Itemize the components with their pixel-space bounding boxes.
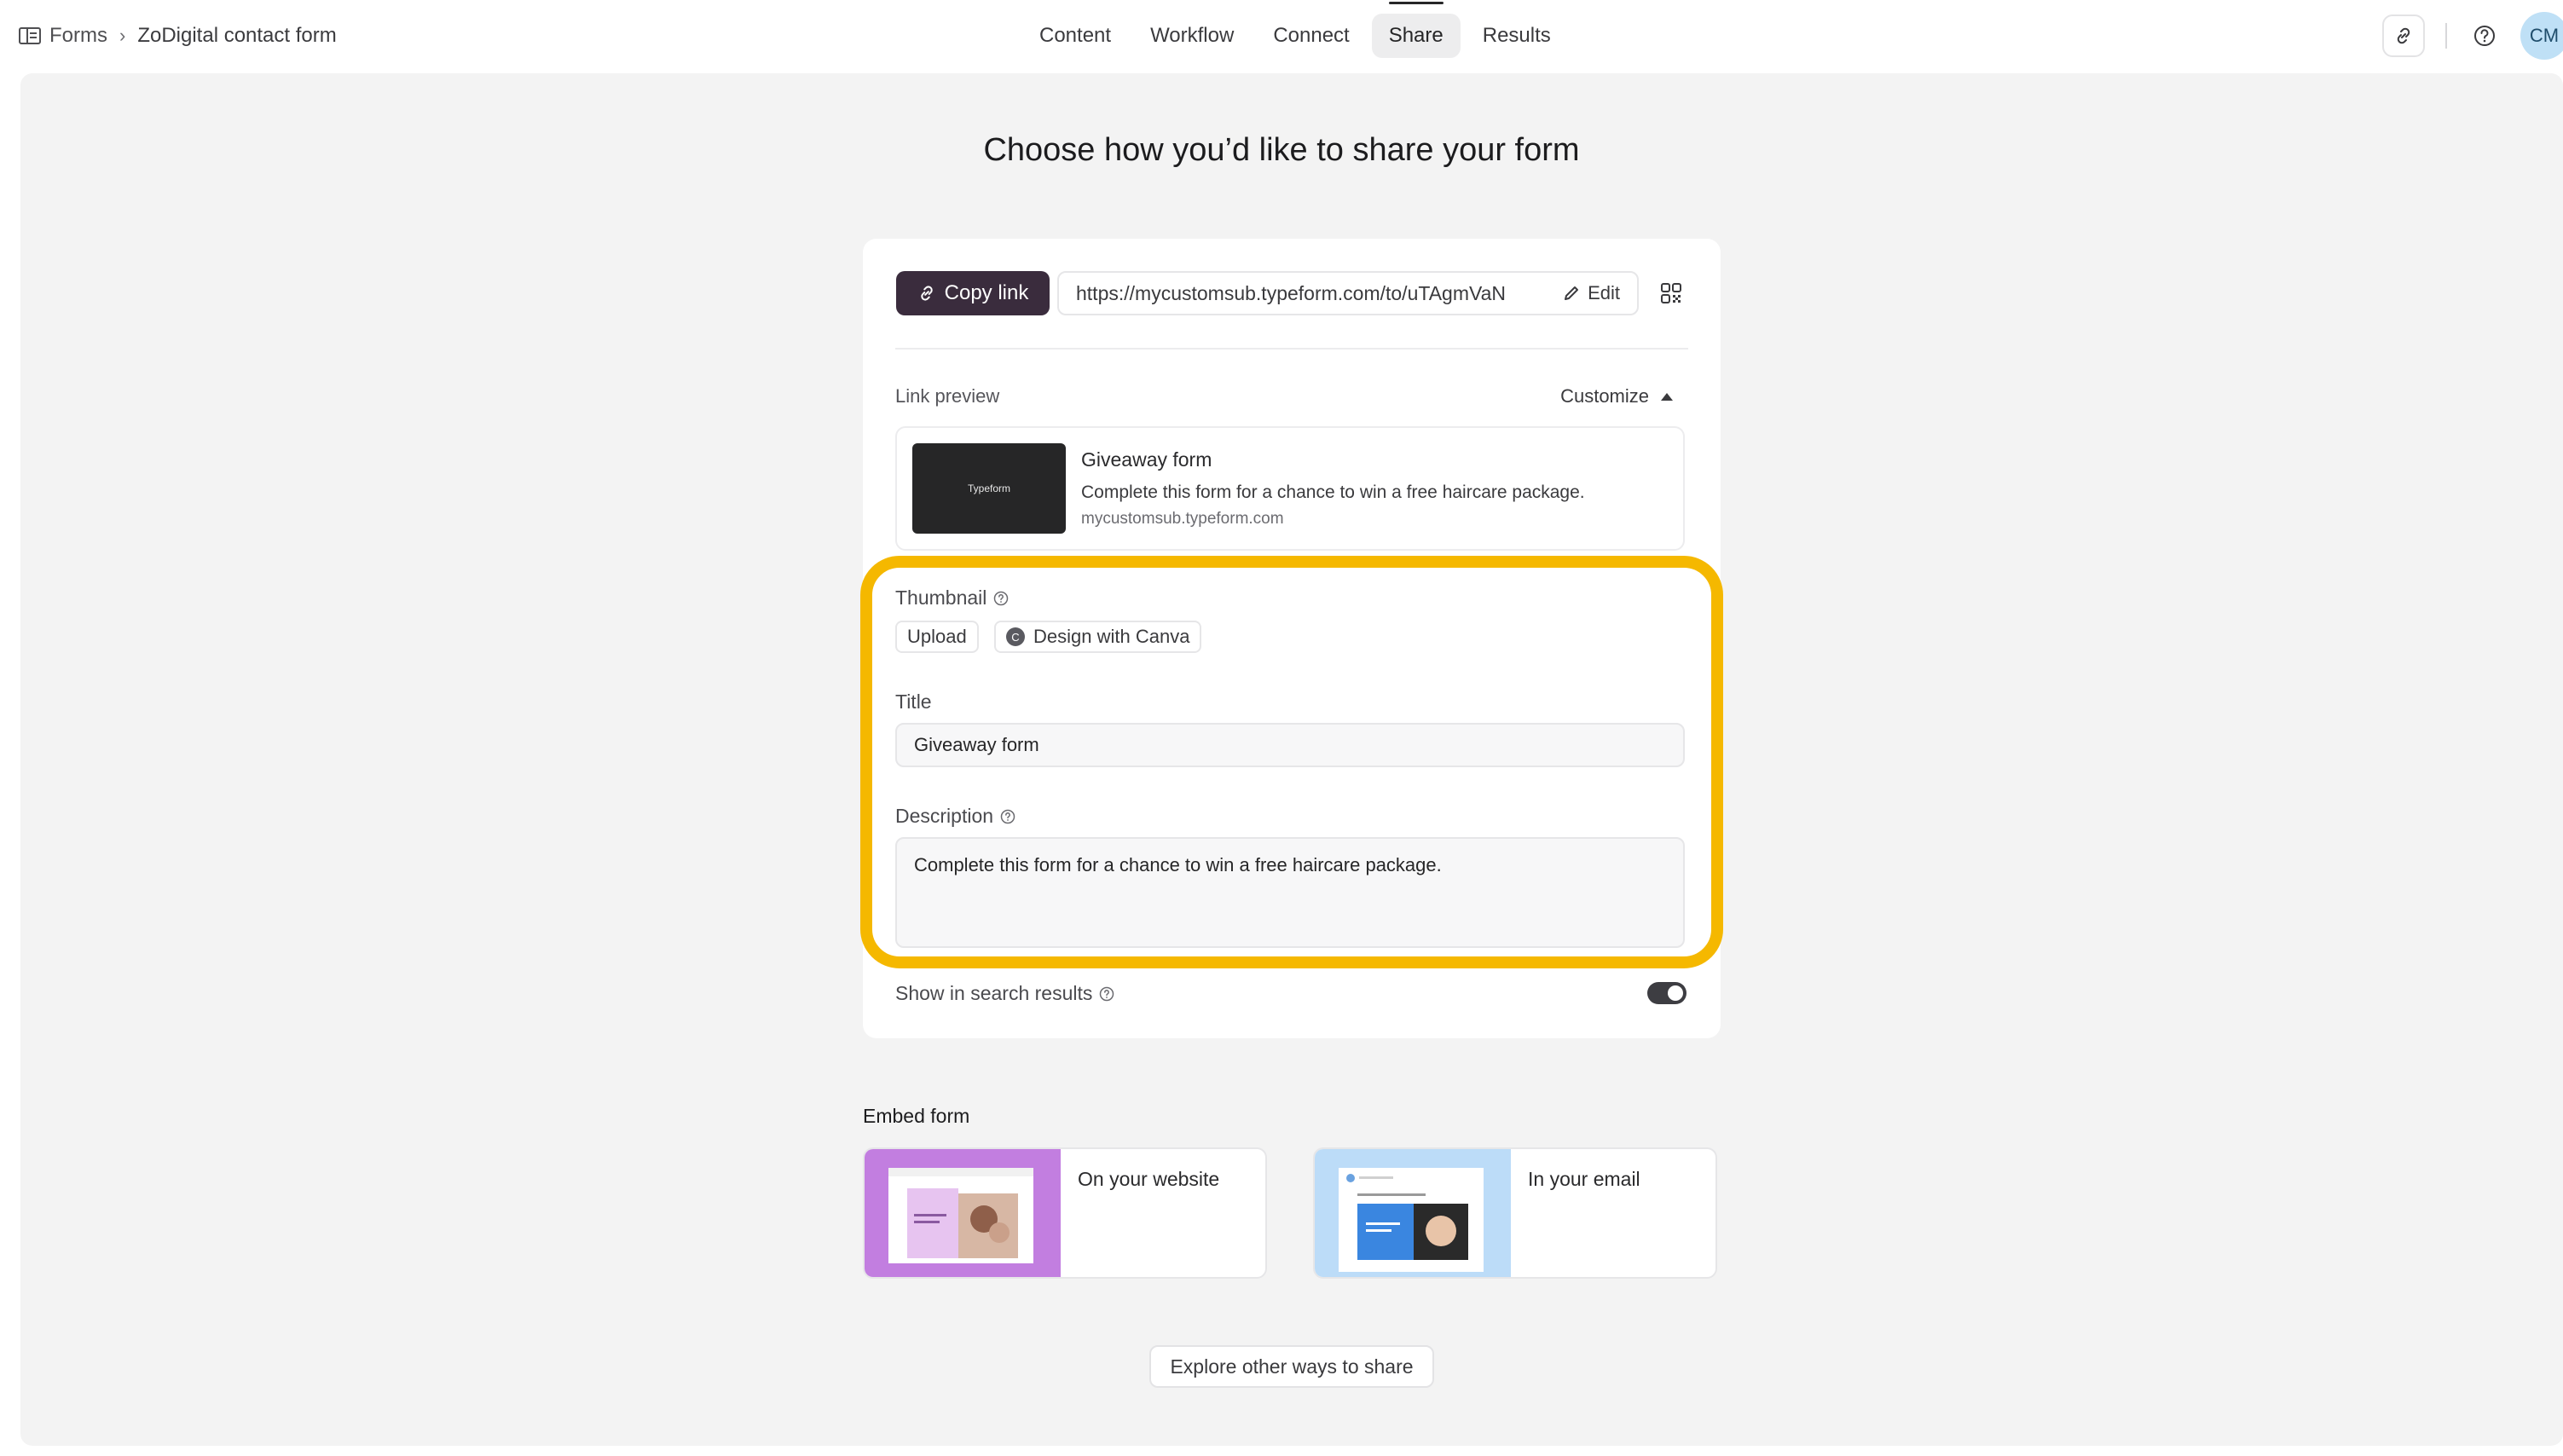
link-icon <box>920 286 933 301</box>
share-url-field[interactable]: https://mycustomsub.typeform.com/to/uTAg… <box>1057 271 1639 315</box>
breadcrumb-root[interactable]: Forms <box>49 24 107 48</box>
share-link-card: Copy link https://mycustomsub.typeform.c… <box>860 239 1723 1038</box>
explore-other-ways-button[interactable]: Explore other ways to share <box>1149 1345 1434 1388</box>
info-icon[interactable] <box>1099 986 1114 1002</box>
edit-url-button[interactable]: Edit <box>1562 282 1620 304</box>
link-icon <box>2397 27 2410 44</box>
tab-workflow[interactable]: Workflow <box>1133 14 1251 58</box>
tab-share[interactable]: Share <box>1371 2 1461 58</box>
embed-website-label: On your website <box>1078 1168 1220 1190</box>
page-title: Choose how you’d like to share your form <box>983 132 1580 168</box>
preview-description: Complete this form for a chance to win a… <box>1081 482 1585 502</box>
help-button[interactable] <box>2468 19 2502 53</box>
qr-code-button[interactable] <box>1654 276 1688 310</box>
divider <box>895 348 1688 350</box>
preview-domain: mycustomsub.typeform.com <box>1081 510 1284 528</box>
edit-url-label: Edit <box>1588 282 1620 303</box>
tab-results[interactable]: Results <box>1466 14 1568 58</box>
top-right-actions: CM <box>2382 12 2563 60</box>
preview-thumbnail: Typeform <box>912 443 1066 534</box>
avatar[interactable]: CM <box>2520 12 2563 60</box>
qr-code-icon <box>1661 283 1681 303</box>
tab-connect[interactable]: Connect <box>1256 14 1366 58</box>
toggle-knob <box>1668 985 1683 1001</box>
search-results-toggle[interactable] <box>1647 982 1686 1004</box>
breadcrumb: Forms › ZoDigital contact form <box>19 20 337 51</box>
copy-link-button[interactable]: Copy link <box>896 271 1050 315</box>
embed-website-card[interactable]: On your website <box>863 1147 1267 1279</box>
link-preview-card: Typeform Giveaway form Complete this for… <box>895 426 1685 551</box>
link-preview-label: Link preview <box>895 385 1000 407</box>
email-embed-illustration <box>1315 1149 1511 1277</box>
chevron-right-icon: › <box>119 25 126 46</box>
embed-email-label: In your email <box>1528 1168 1640 1190</box>
top-bar: Forms › ZoDigital contact form Content W… <box>0 0 2563 72</box>
share-link-button[interactable] <box>2382 14 2425 57</box>
pencil-icon <box>1565 286 1579 300</box>
forms-icon <box>19 27 41 44</box>
caret-up-icon <box>1661 392 1673 401</box>
main-tabs: Content Workflow Connect Share Results <box>1020 2 1571 60</box>
search-results-label-text: Show in search results <box>895 982 1093 1004</box>
customize-toggle[interactable]: Customize <box>1560 385 1673 407</box>
tab-content[interactable]: Content <box>1022 14 1128 58</box>
copy-link-label: Copy link <box>944 281 1029 304</box>
preview-title: Giveaway form <box>1081 448 1212 471</box>
highlight-outline <box>860 556 1723 968</box>
website-embed-illustration <box>865 1149 1061 1277</box>
help-icon <box>2474 26 2495 46</box>
customize-label: Customize <box>1560 385 1649 407</box>
share-url: https://mycustomsub.typeform.com/to/uTAg… <box>1076 281 1507 304</box>
embed-form-heading: Embed form <box>863 1105 970 1127</box>
embed-email-card[interactable]: In your email <box>1313 1147 1717 1279</box>
search-results-label: Show in search results <box>895 982 1114 1005</box>
divider <box>2445 23 2447 49</box>
breadcrumb-current[interactable]: ZoDigital contact form <box>137 24 336 48</box>
